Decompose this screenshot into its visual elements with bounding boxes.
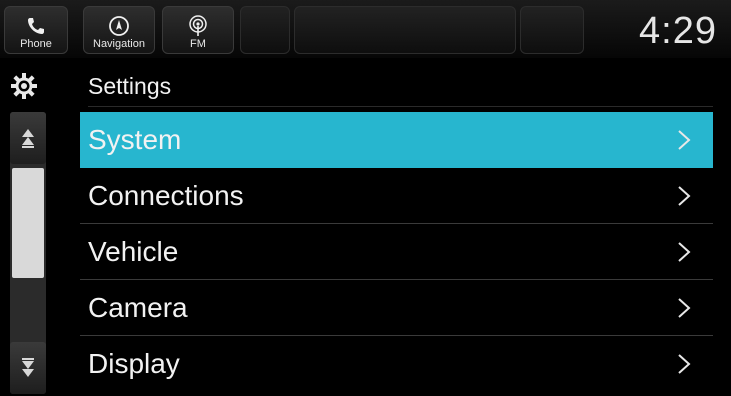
fm-button[interactable]: FM	[162, 6, 234, 54]
chevron-right-icon	[678, 354, 691, 374]
header-divider	[88, 106, 713, 107]
navigation-label: Navigation	[93, 38, 145, 50]
scroll-down-icon	[22, 358, 34, 377]
menu-item-label: Display	[88, 348, 180, 379]
menu-item-label: System	[88, 123, 182, 155]
chevron-right-icon	[678, 129, 691, 150]
compass-icon	[106, 14, 132, 38]
menu-item-system[interactable]: System	[80, 112, 713, 168]
empty-slot	[520, 6, 584, 54]
menu-item-label: Connections	[88, 179, 244, 211]
scroll-down-button[interactable]	[10, 342, 46, 394]
menu-item-connections[interactable]: Connections	[80, 168, 713, 224]
menu-item-label: Vehicle	[88, 235, 179, 267]
scroll-up-button[interactable]	[10, 112, 46, 164]
gear-icon	[10, 72, 38, 100]
scroll-up-icon	[22, 129, 34, 148]
empty-slot	[294, 6, 516, 54]
clock: 4:29	[639, 10, 717, 52]
settings-menu: System Connections Vehicle Camera Displa…	[80, 112, 713, 392]
menu-item-display[interactable]: Display	[80, 336, 713, 392]
menu-item-camera[interactable]: Camera	[80, 280, 713, 336]
phone-icon	[23, 14, 49, 38]
chevron-right-icon	[678, 297, 691, 318]
radio-icon	[185, 14, 211, 38]
chevron-right-icon	[678, 185, 691, 206]
fm-label: FM	[190, 38, 206, 50]
chevron-right-icon	[678, 241, 691, 262]
scrollbar-thumb[interactable]	[12, 168, 44, 278]
empty-slot	[240, 6, 290, 54]
navigation-button[interactable]: Navigation	[83, 6, 155, 54]
menu-item-vehicle[interactable]: Vehicle	[80, 224, 713, 280]
top-bar: Phone Navigation FM 4:29	[0, 0, 731, 58]
phone-label: Phone	[20, 38, 52, 50]
menu-item-label: Camera	[88, 291, 188, 323]
page-title: Settings	[88, 73, 172, 99]
phone-button[interactable]: Phone	[4, 6, 68, 54]
